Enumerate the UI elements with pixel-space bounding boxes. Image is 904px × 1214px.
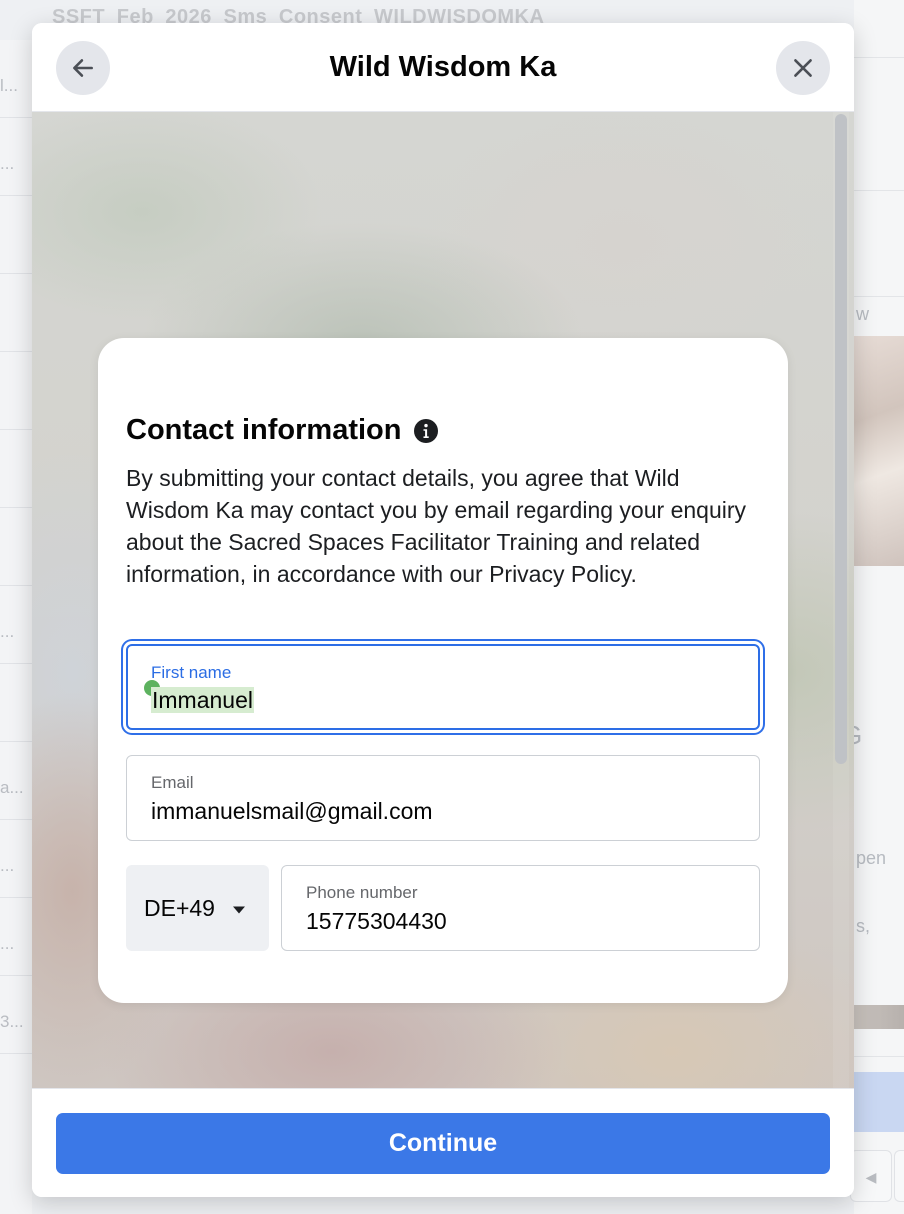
background-side-text: s, bbox=[856, 916, 871, 936]
background-list-item: a... bbox=[0, 742, 32, 820]
caret-down-icon bbox=[233, 906, 245, 914]
background-divider bbox=[854, 190, 904, 191]
background-divider bbox=[854, 57, 904, 58]
background-side-text: w bbox=[856, 304, 869, 324]
background-list-item bbox=[0, 430, 32, 508]
consent-description: By submitting your contact details, you … bbox=[126, 465, 747, 587]
background-side-text: pen bbox=[856, 848, 887, 868]
first-name-field[interactable]: First name Immanuel bbox=[126, 644, 760, 730]
background-list-item: ... bbox=[0, 586, 32, 664]
background-divider bbox=[854, 1056, 904, 1057]
country-code-select[interactable]: DE+49 bbox=[126, 865, 269, 951]
email-label: Email bbox=[151, 773, 194, 792]
background-list-item bbox=[0, 508, 32, 586]
email-value[interactable]: immanuelsmail@gmail.com bbox=[151, 798, 433, 825]
background-button bbox=[854, 1072, 904, 1132]
section-title: Contact information bbox=[126, 414, 402, 446]
first-name-text: Immanuel bbox=[151, 687, 254, 713]
first-name-label: First name bbox=[151, 663, 232, 682]
background-list-item: l... bbox=[0, 40, 32, 118]
phone-number-value[interactable]: 15775304430 bbox=[306, 908, 447, 935]
background-divider bbox=[854, 296, 904, 297]
background-list-item bbox=[0, 196, 32, 274]
dialog-footer: Continue bbox=[32, 1088, 854, 1197]
lead-form-dialog: Wild Wisdom Ka Contact information By su… bbox=[32, 23, 854, 1197]
phone-number-label: Phone number bbox=[306, 883, 418, 902]
background-prev-page-button: ◀ bbox=[850, 1150, 892, 1202]
background-list-item: 3... bbox=[0, 976, 32, 1054]
dialog-title: Wild Wisdom Ka bbox=[329, 51, 557, 83]
close-button[interactable] bbox=[776, 41, 830, 95]
info-icon-glyph bbox=[413, 418, 438, 443]
background-photo-strip bbox=[854, 1005, 904, 1029]
background-list-item bbox=[0, 664, 32, 742]
email-field[interactable]: Email immanuelsmail@gmail.com bbox=[126, 755, 760, 841]
close-icon bbox=[794, 59, 812, 77]
background-list-item: ... bbox=[0, 898, 32, 976]
background-left-list: l... ... ... a... ... ... 3... bbox=[0, 40, 32, 1214]
first-name-value[interactable]: Immanuel bbox=[151, 687, 254, 714]
info-icon[interactable] bbox=[413, 418, 438, 443]
country-code-value: DE+49 bbox=[144, 895, 215, 921]
background-next-page-button bbox=[894, 1150, 904, 1202]
background-list-item bbox=[0, 352, 32, 430]
dialog-body: Contact information By submitting your c… bbox=[32, 112, 854, 1088]
card-title-row: Contact information bbox=[126, 414, 438, 447]
dialog-header: Wild Wisdom Ka bbox=[32, 23, 854, 112]
phone-number-field[interactable]: Phone number 15775304430 bbox=[281, 865, 760, 951]
background-list-item: ... bbox=[0, 118, 32, 196]
background-list-item: ... bbox=[0, 820, 32, 898]
background-right-panel bbox=[854, 0, 904, 1214]
continue-button[interactable]: Continue bbox=[56, 1113, 830, 1174]
scrollbar[interactable] bbox=[835, 114, 847, 764]
background-list-item bbox=[0, 274, 32, 352]
contact-info-card: Contact information By submitting your c… bbox=[98, 338, 788, 1003]
background-photo bbox=[854, 336, 904, 566]
